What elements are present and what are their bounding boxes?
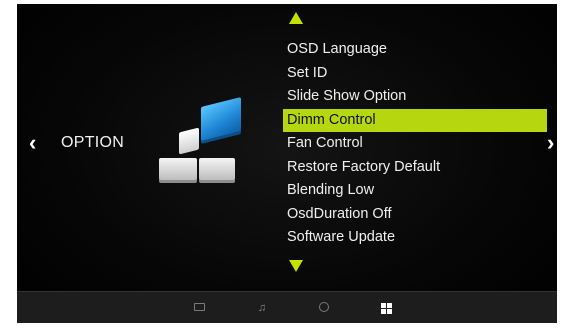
menu-item-software-update[interactable]: Software Update	[283, 226, 547, 250]
osd-screen: ‹ OPTION › OSD Language Set ID Slide Sho…	[17, 4, 557, 323]
scroll-up-icon[interactable]	[289, 12, 303, 24]
menu-item-osd-language[interactable]: OSD Language	[283, 38, 547, 62]
music-icon[interactable]: ♫	[255, 301, 269, 315]
bottom-nav-bar: ♫	[17, 291, 557, 323]
menu-item-osdduration-off[interactable]: OsdDuration Off	[283, 203, 547, 227]
menu-item-slide-show-option[interactable]: Slide Show Option	[283, 85, 547, 109]
menu-item-fan-control[interactable]: Fan Control	[283, 132, 547, 156]
white-tile	[179, 127, 199, 155]
left-arrow-icon[interactable]: ‹	[29, 132, 36, 154]
option-menu: OSD Language Set ID Slide Show Option Di…	[283, 38, 547, 250]
clock-icon[interactable]	[317, 301, 331, 315]
section-title: OPTION	[61, 134, 125, 151]
menu-item-set-id[interactable]: Set ID	[283, 62, 547, 86]
blue-tile	[201, 97, 241, 141]
option-grid-icon[interactable]	[379, 301, 393, 315]
white-tile	[159, 158, 197, 180]
menu-item-dimm-control[interactable]: Dimm Control	[283, 108, 547, 132]
tv-icon[interactable]	[192, 301, 206, 315]
menu-item-restore-factory-default[interactable]: Restore Factory Default	[283, 156, 547, 180]
option-tiles-icon	[157, 97, 257, 190]
menu-item-blending-low[interactable]: Blending Low	[283, 179, 547, 203]
right-arrow-icon[interactable]: ›	[547, 132, 554, 154]
white-tile	[199, 158, 235, 180]
scroll-down-icon[interactable]	[289, 260, 303, 272]
